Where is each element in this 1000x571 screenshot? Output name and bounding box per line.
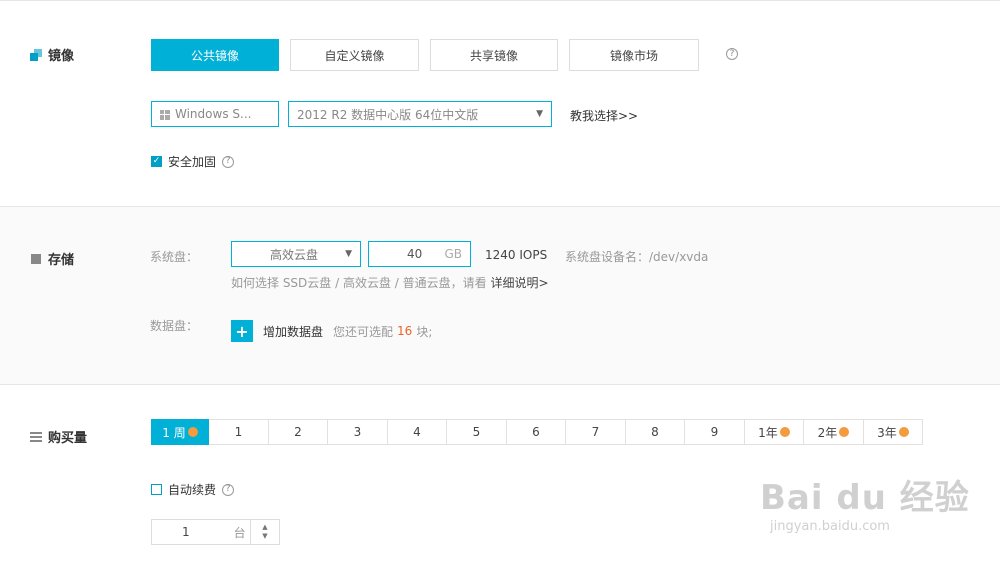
watermark-url: jingyan.baidu.com xyxy=(770,519,890,534)
storage-section-title: 存储 xyxy=(30,249,74,268)
purchase-section-title: 购买量 xyxy=(30,427,87,446)
disk-size-input[interactable]: 40 GB xyxy=(368,241,471,267)
chevron-down-icon: ▼ xyxy=(536,109,543,119)
help-icon[interactable]: ? xyxy=(726,48,738,60)
watermark-logo: Bai du 经验 xyxy=(760,478,970,518)
tab-public-image[interactable]: 公共镜像 xyxy=(151,39,279,71)
tab-image-market[interactable]: 镜像市场 xyxy=(569,39,699,71)
chevron-down-icon[interactable]: ▼ xyxy=(262,532,267,541)
iops-text: 1240 IOPS xyxy=(485,248,548,262)
badge-icon xyxy=(839,427,850,437)
duration-1-week[interactable]: 1 周 xyxy=(151,419,209,445)
image-section: 镜像 公共镜像 自定义镜像 共享镜像 镜像市场 ? Windows S... 2… xyxy=(0,0,1000,206)
os-select-value: Windows S... xyxy=(175,107,252,121)
disk-help-text: 如何选择 SSD云盘 / 高效云盘 / 普通云盘，请看 xyxy=(231,276,487,290)
plus-icon[interactable]: + xyxy=(231,320,253,342)
windows-icon xyxy=(160,109,170,120)
storage-title-text: 存储 xyxy=(48,253,75,268)
duration-2-month[interactable]: 2 xyxy=(269,419,328,445)
help-icon[interactable]: ? xyxy=(222,483,235,496)
badge-icon xyxy=(898,427,909,437)
device-name: 系统盘设备名：/dev/xvda xyxy=(565,250,709,264)
disk-help-link[interactable]: 详细说明> xyxy=(490,276,548,290)
chevron-up-icon[interactable]: ▲ xyxy=(262,523,267,532)
storage-icon xyxy=(30,253,42,265)
chevron-down-icon: ▼ xyxy=(345,249,352,259)
auto-renew-checkbox[interactable]: ✓ xyxy=(151,484,162,495)
stepper-arrows[interactable]: ▲ ▼ xyxy=(250,520,279,544)
duration-1-month[interactable]: 1 xyxy=(209,419,269,445)
auto-renew-label: 自动续费 xyxy=(168,483,217,497)
add-data-disk-row: + 增加数据盘 您还可选配 16 块; xyxy=(231,320,432,342)
duration-3-year[interactable]: 3年 xyxy=(864,419,923,445)
list-icon xyxy=(30,431,42,443)
disk-help-row: 如何选择 SSD云盘 / 高效云盘 / 普通云盘，请看 详细说明> xyxy=(231,274,549,291)
security-checkbox[interactable]: ✓ xyxy=(151,156,162,167)
security-label: 安全加固 xyxy=(168,155,217,169)
version-select-value: 2012 R2 数据中心版 64位中文版 xyxy=(297,107,479,122)
tab-shared-image[interactable]: 共享镜像 xyxy=(430,39,558,71)
storage-section: 存储 系统盘： 高效云盘 ▼ 40 GB 1240 IOPS 系统盘设备名：/d… xyxy=(0,206,1000,384)
help-icon[interactable]: ? xyxy=(222,155,235,168)
image-icon xyxy=(30,48,42,61)
baidu-watermark: Bai du 经验 jingyan.baidu.com xyxy=(760,470,970,534)
duration-2-year[interactable]: 2年 xyxy=(804,419,864,445)
disk-size-value: 40 xyxy=(407,247,423,261)
quantity-value: 1 xyxy=(182,525,190,539)
image-title-text: 镜像 xyxy=(48,49,75,64)
add-data-disk-button[interactable]: 增加数据盘 xyxy=(263,323,323,340)
badge-icon xyxy=(779,427,790,437)
remaining-prefix: 您还可选配 xyxy=(333,324,394,339)
quantity-stepper[interactable]: 1 台 ▲ ▼ xyxy=(151,519,280,545)
data-disk-label: 数据盘： xyxy=(150,319,199,333)
duration-8-month[interactable]: 8 xyxy=(626,419,685,445)
quantity-unit: 台 xyxy=(233,525,246,540)
duration-9-month[interactable]: 9 xyxy=(685,419,745,445)
duration-4-month[interactable]: 4 xyxy=(388,419,447,445)
image-section-title: 镜像 xyxy=(30,45,74,64)
auto-renew-row: ✓ 自动续费 ? xyxy=(151,481,235,498)
duration-3-month[interactable]: 3 xyxy=(328,419,388,445)
duration-7-month[interactable]: 7 xyxy=(566,419,626,445)
remaining-suffix: 块; xyxy=(416,324,433,339)
disk-type-select[interactable]: 高效云盘 ▼ xyxy=(231,241,361,267)
duration-6-month[interactable]: 6 xyxy=(507,419,566,445)
version-select[interactable]: 2012 R2 数据中心版 64位中文版 ▼ xyxy=(288,101,552,127)
duration-1-year[interactable]: 1年 xyxy=(745,419,804,445)
remaining-count: 16 xyxy=(397,324,413,338)
badge-icon xyxy=(187,427,198,437)
os-select[interactable]: Windows S... xyxy=(151,101,279,127)
purchase-title-text: 购买量 xyxy=(48,431,88,446)
disk-unit: GB xyxy=(444,247,462,261)
tab-custom-image[interactable]: 自定义镜像 xyxy=(290,39,419,71)
duration-5-month[interactable]: 5 xyxy=(447,419,507,445)
security-row: ✓ 安全加固 ? xyxy=(151,153,235,170)
guide-link[interactable]: 教我选择>> xyxy=(570,107,638,124)
system-disk-label: 系统盘： xyxy=(150,250,199,264)
disk-type-value: 高效云盘 xyxy=(270,247,319,262)
